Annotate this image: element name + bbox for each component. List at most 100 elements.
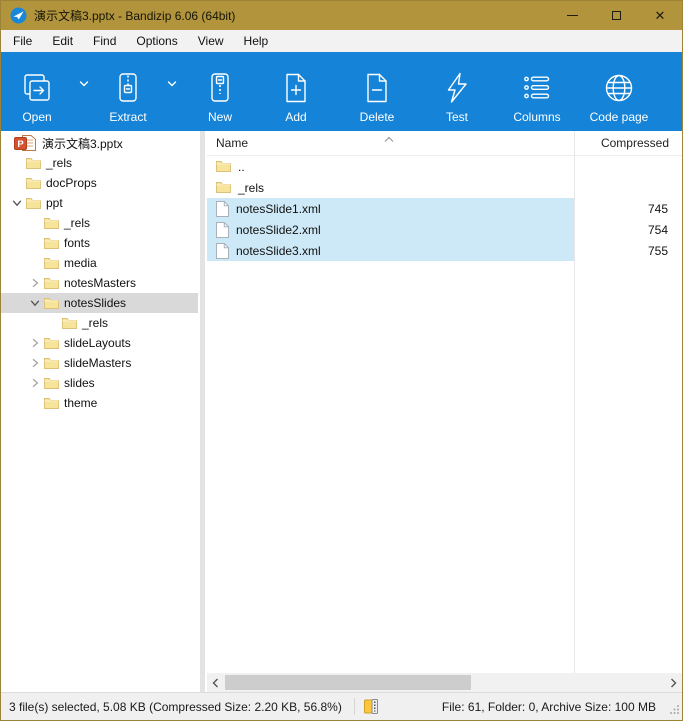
menu-item-file[interactable]: File — [3, 30, 42, 52]
toolbar-button-label: Code page — [590, 110, 649, 124]
toolbar-button-add[interactable]: Add — [255, 52, 337, 131]
chevron-right-icon[interactable] — [26, 378, 44, 388]
minimize-button[interactable] — [550, 1, 594, 30]
compressed-column-header[interactable]: Compressed — [574, 136, 682, 150]
toolbar-button-label: New — [208, 110, 232, 124]
folder-icon — [44, 257, 59, 270]
menu-bar: FileEditFindOptionsViewHelp — [1, 30, 682, 52]
file-row-notesslide1.xml[interactable]: notesSlide1.xml745 — [207, 198, 682, 219]
toolbar-button-extract[interactable]: Extract — [97, 52, 159, 131]
tree-item-label: slideLayouts — [64, 336, 131, 350]
file-row-..[interactable]: .. — [207, 156, 682, 177]
file-name-cell[interactable]: notesSlide1.xml — [207, 198, 574, 219]
folder-icon — [216, 181, 231, 194]
tree-item-_rels[interactable]: _rels — [1, 153, 198, 173]
file-row-_rels[interactable]: _rels — [207, 177, 682, 198]
folder-icon — [44, 297, 59, 310]
file-rows: .. _rels notesSlide1.xml745notesSlide2.xml… — [207, 156, 682, 673]
scroll-right-arrow-icon[interactable] — [665, 673, 682, 692]
chevron-down-icon[interactable] — [26, 299, 44, 307]
scroll-left-arrow-icon[interactable] — [207, 673, 224, 692]
codepage-icon — [602, 71, 636, 105]
tree-item-fonts[interactable]: fonts — [1, 233, 198, 253]
status-divider — [354, 698, 355, 715]
close-icon: ✕ — [655, 9, 666, 22]
tree-item-notesmasters[interactable]: notesMasters — [1, 273, 198, 293]
file-row-notesslide3.xml[interactable]: notesSlide3.xml755 — [207, 240, 682, 261]
file-name-cell[interactable]: _rels — [207, 177, 574, 198]
chevron-down-icon[interactable] — [8, 199, 26, 207]
tree-item-notesslides[interactable]: notesSlides — [1, 293, 198, 313]
tree-item-theme[interactable]: theme — [1, 393, 198, 413]
file-icon — [216, 201, 229, 217]
archive-summary: File: 61, Folder: 0, Archive Size: 100 M… — [386, 700, 674, 714]
menu-item-view[interactable]: View — [188, 30, 234, 52]
tree-item-ppt[interactable]: ppt — [1, 193, 198, 213]
tree-indent — [1, 383, 26, 384]
toolbar-button-label: Test — [446, 110, 468, 124]
file-name-cell[interactable]: notesSlide3.xml — [207, 240, 574, 261]
tree-item-label: theme — [64, 396, 97, 410]
close-button[interactable]: ✕ — [638, 1, 682, 30]
tree-item-label: _rels — [82, 316, 108, 330]
tree-indent — [1, 223, 26, 224]
tree-item-_rels[interactable]: _rels — [1, 313, 198, 333]
file-name-label: .. — [238, 160, 245, 174]
resize-grip[interactable] — [669, 704, 680, 718]
file-row-notesslide2.xml[interactable]: notesSlide2.xml754 — [207, 219, 682, 240]
toolbar-button-code-page[interactable]: Code page — [577, 52, 661, 131]
toolbar-button-delete[interactable]: Delete — [337, 52, 417, 131]
folder-icon — [44, 217, 59, 230]
file-name-cell[interactable]: .. — [207, 156, 574, 177]
tree-item-label: 演示文稿3.pptx — [42, 135, 123, 152]
tree-item-label: _rels — [64, 216, 90, 230]
menu-item-help[interactable]: Help — [234, 30, 279, 52]
toolbar-button-new[interactable]: New — [185, 52, 255, 131]
folder-icon — [26, 157, 41, 170]
status-bar: 3 file(s) selected, 5.08 KB (Compressed … — [1, 692, 682, 720]
sort-ascending-icon — [383, 132, 395, 146]
tree-indent — [1, 203, 8, 204]
dropdown-chevron-icon[interactable] — [159, 36, 185, 131]
toolbar-button-columns[interactable]: Columns — [497, 52, 577, 131]
chevron-right-icon[interactable] — [26, 278, 44, 288]
tree-indent — [1, 183, 8, 184]
tree-item-label: ppt — [46, 196, 63, 210]
tree-item-label: notesSlides — [64, 296, 126, 310]
window-controls: ✕ — [550, 1, 682, 30]
file-name-label: notesSlide3.xml — [236, 244, 321, 258]
compressed-size-cell — [574, 156, 682, 177]
toolbar-button-open[interactable]: Open — [3, 52, 71, 131]
extract-icon — [111, 71, 145, 105]
folder-icon — [216, 160, 231, 173]
folder-icon — [62, 317, 77, 330]
delete-icon — [360, 71, 394, 105]
column-divider[interactable] — [574, 131, 575, 673]
title-bar: 演示文稿3.pptx - Bandizip 6.06 (64bit) ✕ — [1, 1, 682, 30]
tree-indent — [1, 403, 26, 404]
dropdown-chevron-icon[interactable] — [71, 36, 97, 131]
toolbar-button-test[interactable]: Test — [417, 52, 497, 131]
add-icon — [279, 71, 313, 105]
tree-item-slidelayouts[interactable]: slideLayouts — [1, 333, 198, 353]
tree-item-演示文稿3.pptx[interactable]: P演示文稿3.pptx — [1, 133, 198, 153]
tree-item-_rels[interactable]: _rels — [1, 213, 198, 233]
tree-indent — [1, 363, 26, 364]
maximize-button[interactable] — [594, 1, 638, 30]
scrollbar-thumb[interactable] — [225, 675, 471, 690]
test-icon — [440, 71, 474, 105]
toolbar-button-label: Delete — [360, 110, 395, 124]
tree-item-docprops[interactable]: docProps — [1, 173, 198, 193]
folder-icon — [44, 237, 59, 250]
tree-item-label: media — [64, 256, 97, 270]
horizontal-scrollbar[interactable] — [207, 673, 682, 692]
chevron-right-icon[interactable] — [26, 338, 44, 348]
tree-item-slidemasters[interactable]: slideMasters — [1, 353, 198, 373]
minimize-icon — [567, 15, 578, 16]
file-name-cell[interactable]: notesSlide2.xml — [207, 219, 574, 240]
tree-item-media[interactable]: media — [1, 253, 198, 273]
tree-item-slides[interactable]: slides — [1, 373, 198, 393]
file-name-label: _rels — [238, 181, 264, 195]
panel-splitter[interactable] — [198, 131, 207, 692]
chevron-right-icon[interactable] — [26, 358, 44, 368]
